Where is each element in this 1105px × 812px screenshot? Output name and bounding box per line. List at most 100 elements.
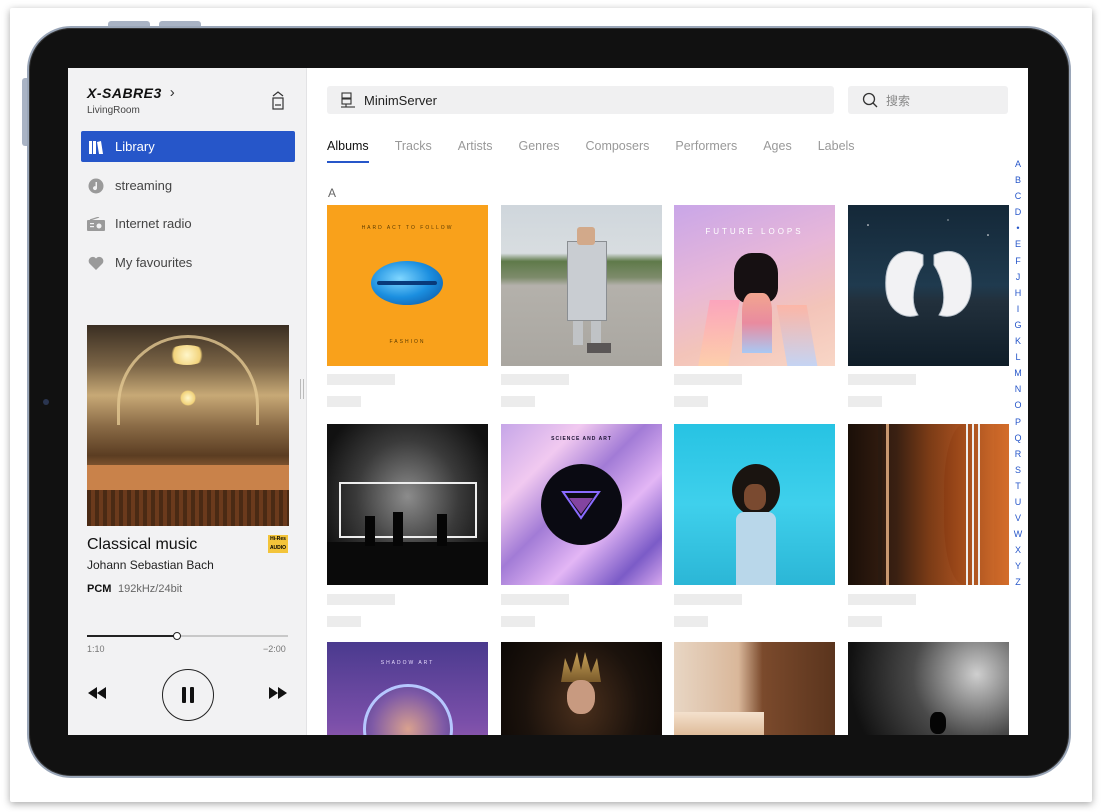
device-name: X-SABRE3 (87, 84, 162, 101)
tab-genres[interactable]: Genres (518, 139, 559, 163)
alphabet-index-letter[interactable]: J (1011, 269, 1025, 285)
album-cover-text: FUTURE LOOPS (705, 227, 804, 236)
server-selector[interactable]: MinimServer (327, 86, 834, 114)
album-tile[interactable] (674, 424, 835, 585)
tab-tracks[interactable]: Tracks (395, 139, 432, 163)
album-tile[interactable]: FUTURE LOOPS (674, 205, 835, 366)
previous-track-button[interactable] (87, 685, 107, 701)
album-title-placeholder (501, 374, 569, 385)
alphabet-index-letter[interactable]: U (1011, 494, 1025, 510)
app-screen: X-SABRE3 › LivingRoom Library streaming … (68, 68, 1028, 735)
alphabet-index-letter[interactable]: Y (1011, 558, 1025, 574)
alphabet-index-letter[interactable]: D (1011, 204, 1025, 220)
sidebar-item-label: Internet radio (115, 216, 192, 231)
alphabet-index-letter[interactable]: F (1011, 253, 1025, 269)
sidebar: X-SABRE3 › LivingRoom Library streaming … (68, 68, 307, 735)
alphabet-index-letter[interactable]: V (1011, 510, 1025, 526)
album-tile[interactable]: SCIENCE AND ART (501, 424, 662, 585)
album-artist-placeholder (501, 396, 535, 407)
progress-bar[interactable] (87, 632, 288, 640)
tab-ages[interactable]: Ages (763, 139, 792, 163)
alphabet-index-letter[interactable]: M (1011, 365, 1025, 381)
album-artist-placeholder (327, 396, 361, 407)
album-title-placeholder (848, 594, 916, 605)
album-cover-text: HARD ACT TO FOLLOW (361, 225, 454, 231)
alphabet-index-letter[interactable]: O (1011, 397, 1025, 413)
search-icon (862, 92, 878, 108)
pause-button[interactable] (162, 669, 214, 721)
album-tile[interactable] (674, 642, 835, 735)
hires-audio-badge: Hi-Res AUDIO (268, 535, 288, 553)
section-letter: A (328, 186, 337, 200)
album-cover-text: SCIENCE AND ART (551, 436, 612, 442)
album-tile[interactable] (848, 424, 1009, 585)
audio-format: PCM (87, 583, 112, 595)
tab-artists[interactable]: Artists (458, 139, 493, 163)
pause-icon (182, 687, 194, 703)
alphabet-index-letter[interactable]: C (1011, 188, 1025, 204)
now-playing-cover-art[interactable] (87, 325, 289, 526)
radio-icon (87, 215, 105, 233)
album-artist-placeholder (848, 396, 882, 407)
progress-knob[interactable] (173, 632, 182, 640)
album-tile[interactable] (848, 642, 1009, 735)
sidebar-resize-handle[interactable] (300, 379, 304, 399)
alphabet-index-letter[interactable]: Q (1011, 430, 1025, 446)
album-title-placeholder (501, 594, 569, 605)
album-cover-text: FASHION (389, 339, 426, 345)
album-artist-placeholder (327, 616, 361, 627)
album-tile[interactable]: HARD ACT TO FOLLOW FASHION (327, 205, 488, 366)
alphabet-index-letter[interactable]: A (1011, 156, 1025, 172)
library-tabs: Albums Tracks Artists Genres Composers P… (327, 139, 881, 163)
alphabet-index-letter[interactable]: Z (1011, 574, 1025, 590)
album-title-placeholder (848, 374, 916, 385)
now-playing-title: Classical music (87, 536, 198, 553)
alphabet-index-letter[interactable]: K (1011, 333, 1025, 349)
alphabet-index-letter[interactable]: T (1011, 478, 1025, 494)
sidebar-item-streaming[interactable]: streaming (81, 170, 295, 201)
alphabet-index-letter[interactable]: W (1011, 526, 1025, 542)
alphabet-index[interactable]: A B C D • E F J H I G K L M N O P Q R S T U V W X Y Z (1011, 156, 1025, 591)
sidebar-item-library[interactable]: Library (81, 131, 295, 162)
tab-composers[interactable]: Composers (585, 139, 649, 163)
album-title-placeholder (327, 374, 395, 385)
alphabet-index-letter[interactable]: R (1011, 446, 1025, 462)
alphabet-index-letter[interactable]: I (1011, 301, 1025, 317)
alphabet-index-letter[interactable]: L (1011, 349, 1025, 365)
album-tile[interactable]: SHADOW ART (327, 642, 488, 735)
tab-albums[interactable]: Albums (327, 139, 369, 163)
alphabet-index-letter[interactable]: X (1011, 542, 1025, 558)
album-tile[interactable] (327, 424, 488, 585)
alphabet-index-letter[interactable]: P (1011, 414, 1025, 430)
album-tile[interactable] (848, 205, 1009, 366)
alphabet-index-letter[interactable]: E (1011, 236, 1025, 252)
album-tile[interactable] (501, 205, 662, 366)
album-cover-text: SHADOW ART (380, 660, 435, 666)
sidebar-item-label: My favourites (115, 255, 193, 270)
alphabet-index-letter[interactable]: N (1011, 381, 1025, 397)
tab-performers[interactable]: Performers (675, 139, 737, 163)
camera-icon (43, 399, 49, 405)
tab-labels[interactable]: Labels (818, 139, 855, 163)
album-tile[interactable] (501, 642, 662, 735)
rewind-icon (88, 687, 106, 699)
search-input[interactable]: 搜索 (848, 86, 1008, 114)
alphabet-index-letter[interactable]: • (1011, 220, 1025, 236)
alphabet-index-letter[interactable]: S (1011, 462, 1025, 478)
library-icon (87, 138, 105, 156)
fast-forward-icon (269, 687, 287, 699)
device-settings-icon[interactable] (271, 90, 285, 110)
now-playing-artist: Johann Sebastian Bach (87, 558, 214, 572)
alphabet-index-letter[interactable]: H (1011, 285, 1025, 301)
alphabet-index-letter[interactable]: B (1011, 172, 1025, 188)
device-selector[interactable]: X-SABRE3 › (87, 84, 175, 101)
sidebar-item-label: Library (115, 139, 155, 154)
album-artist-placeholder (674, 396, 708, 407)
sidebar-item-my-favourites[interactable]: My favourites (81, 247, 295, 278)
next-track-button[interactable] (268, 685, 288, 701)
alphabet-index-letter[interactable]: G (1011, 317, 1025, 333)
server-icon (341, 92, 355, 108)
sidebar-item-internet-radio[interactable]: Internet radio (81, 208, 295, 239)
chevron-right-icon: › (169, 84, 176, 101)
audio-sample-rate: 192kHz/24bit (118, 583, 183, 595)
